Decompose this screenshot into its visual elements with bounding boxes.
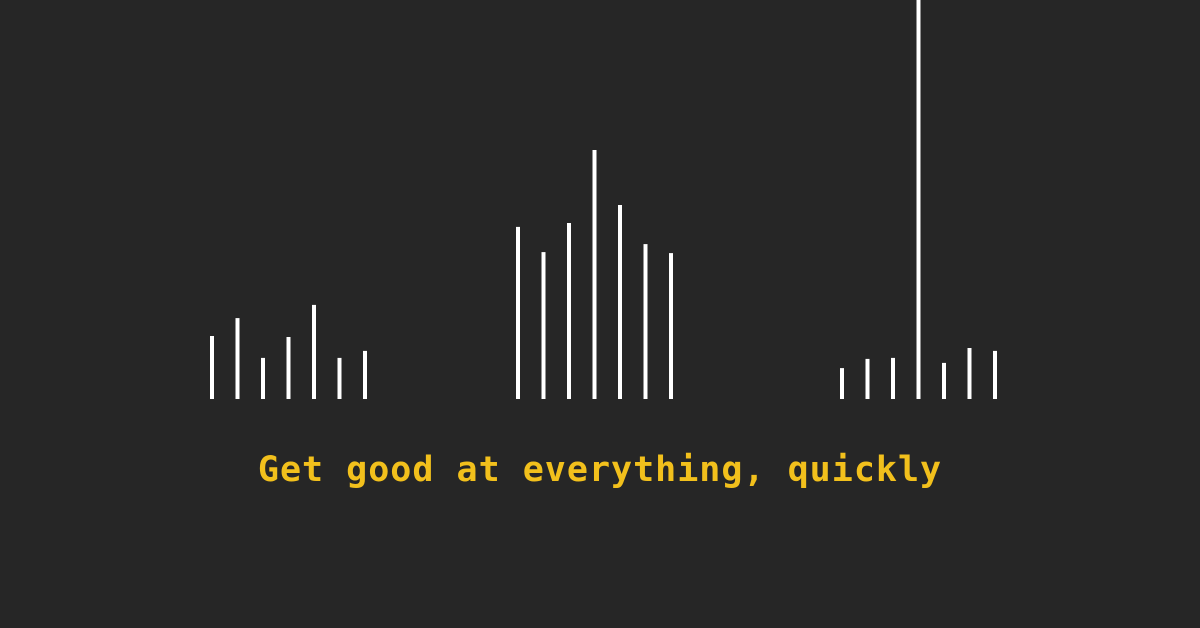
- bar: [337, 357, 342, 399]
- tagline: Get good at everything, quickly: [257, 450, 943, 490]
- bar: [210, 336, 214, 399]
- bar: [865, 358, 870, 399]
- bar: [541, 252, 546, 399]
- bar: [312, 304, 316, 399]
- bar: [993, 350, 997, 399]
- bar: [669, 253, 673, 399]
- bar: [235, 318, 240, 399]
- bar: [967, 348, 972, 399]
- bar: [942, 362, 946, 399]
- bar-graphic: [210, 0, 997, 399]
- bar: [516, 226, 520, 399]
- bar: [891, 357, 895, 399]
- bar: [840, 368, 844, 399]
- bar-group-right: [840, 0, 997, 399]
- bar-group-left: [210, 304, 367, 399]
- bar: [363, 350, 367, 399]
- bar: [618, 205, 622, 399]
- bar-group-middle: [516, 150, 673, 399]
- bar: [567, 223, 571, 399]
- bar: [643, 244, 648, 399]
- bar: [261, 357, 265, 399]
- banner: Get good at everything, quickly: [0, 0, 1200, 628]
- bar: [286, 337, 291, 399]
- bar: [916, 0, 921, 399]
- bar: [592, 150, 597, 399]
